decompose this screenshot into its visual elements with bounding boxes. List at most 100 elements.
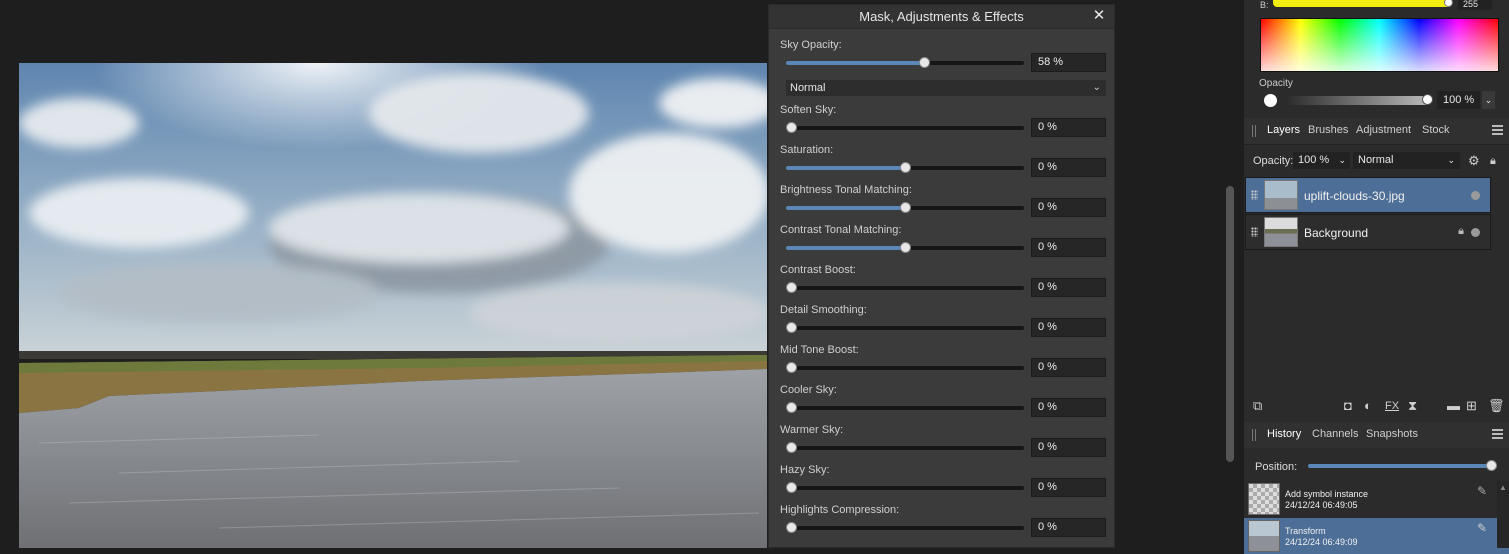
dialog-titlebar[interactable]: Mask, Adjustments & Effects ✕ [769,5,1114,29]
color-spectrum[interactable] [1260,18,1499,72]
control-label: Mid Tone Boost: [780,344,859,356]
control-value-field[interactable]: 0 % [1031,438,1106,457]
slider-knob[interactable] [786,522,797,533]
document-canvas[interactable] [19,63,767,548]
control-value-field[interactable]: 0 % [1031,198,1106,217]
drag-handle-icon[interactable] [1251,227,1258,237]
control-label: Cooler Sky: [780,384,837,396]
slider-knob[interactable] [786,402,797,413]
tab-snapshots[interactable]: Snapshots [1366,428,1418,440]
control-slider[interactable] [786,122,1024,133]
layer-row[interactable]: uplift-clouds-30.jpg [1245,177,1491,213]
tab-layers[interactable]: Layers [1267,124,1300,136]
control-value-field[interactable]: 0 % [1031,478,1106,497]
drag-handle-icon[interactable] [1251,190,1258,200]
control-slider[interactable] [786,162,1024,173]
slider-knob[interactable] [786,282,797,293]
panel-menu-icon[interactable] [1492,429,1503,439]
trash-icon[interactable]: 🗑︎ [1488,399,1505,413]
slider-knob[interactable] [919,57,930,68]
control-value-field[interactable]: 58 % [1031,53,1106,72]
tab-adjustment[interactable]: Adjustment [1356,124,1411,136]
history-position-fill [1308,464,1497,468]
b-channel-value[interactable]: 255 [1458,0,1492,10]
control-slider[interactable] [786,202,1024,213]
control-label: Sky Opacity: [780,39,842,51]
history-position-slider[interactable] [1308,460,1497,471]
history-position-knob[interactable] [1486,460,1497,471]
control-value-field[interactable]: 0 % [1031,318,1106,337]
opacity-value[interactable]: 100 % [1437,91,1480,109]
slider-knob[interactable] [786,362,797,373]
gear-icon[interactable]: ⚙ [1468,154,1480,168]
panel-menu-icon[interactable] [1492,125,1503,135]
lock-icon[interactable]: 🔒︎ [1490,154,1496,168]
live-filter-icon[interactable]: ⧗ [1408,399,1417,413]
slider-knob[interactable] [786,322,797,333]
control-slider[interactable] [786,322,1024,333]
adjustment-icon[interactable]: ◐ [1364,399,1372,413]
control-slider[interactable] [786,402,1024,413]
history-entry[interactable]: Add symbol instance 24/12/24 06:49:05 ✎ [1244,481,1509,517]
slider-knob[interactable] [900,162,911,173]
layer-row[interactable]: Background 🔒︎ [1245,214,1491,250]
layer-opacity-label: Opacity: [1253,155,1294,167]
slider-knob[interactable] [900,242,911,253]
layer-fx-toggle-icon[interactable]: ⧉ [1253,399,1262,413]
layer-blend-dropdown[interactable]: Normal ⌄ [1353,152,1460,169]
history-tabbar: History Channels Snapshots [1244,422,1509,448]
chevron-down-icon: ⌄ [1338,155,1346,165]
tab-stock[interactable]: Stock [1422,124,1450,136]
visibility-dot-icon[interactable] [1471,228,1480,237]
dialog-title: Mask, Adjustments & Effects [859,9,1024,24]
control-value-field[interactable]: 0 % [1031,358,1106,377]
chevron-down-icon: ⌄ [1447,155,1455,165]
control-value-field[interactable]: 0 % [1031,278,1106,297]
add-layer-icon[interactable]: ⊞ [1466,399,1477,413]
control-slider[interactable] [786,482,1024,493]
control-value-field[interactable]: 0 % [1031,518,1106,537]
slider-fill [786,166,905,170]
control-value-field[interactable]: 0 % [1031,398,1106,417]
tab-channels[interactable]: Channels [1312,428,1358,440]
b-channel-slider[interactable] [1273,0,1453,7]
fx-icon[interactable]: FX [1385,399,1399,413]
control-slider[interactable] [786,362,1024,373]
control-label: Warmer Sky: [780,424,844,436]
panel-grip-icon[interactable] [1252,429,1256,441]
control-value-field[interactable]: 0 % [1031,118,1106,137]
opacity-slider[interactable] [1285,94,1433,105]
slider-knob[interactable] [786,122,797,133]
close-icon[interactable]: ✕ [1090,7,1108,25]
panel-scrollbar[interactable] [1226,186,1234,462]
control-slider[interactable] [786,282,1024,293]
tab-history[interactable]: History [1267,428,1301,440]
chevron-up-icon[interactable]: ▲ [1499,483,1507,492]
panel-grip-icon[interactable] [1252,125,1256,137]
folder-icon[interactable]: ▬ [1447,399,1460,413]
right-panel: B: 255 Opacity 100 % ⌄ Layers Brushes Ad… [1244,0,1509,554]
color-swatch[interactable] [1264,94,1277,107]
divider [1244,144,1509,145]
opacity-knob[interactable] [1422,94,1433,105]
control-slider[interactable] [786,442,1024,453]
slider-knob[interactable] [786,442,797,453]
b-channel-knob[interactable] [1444,0,1453,7]
tab-brushes[interactable]: Brushes [1308,124,1348,136]
history-scrollbar[interactable]: ▲ [1497,481,1509,548]
history-time: 24/12/24 06:49:05 [1285,500,1358,510]
history-entry[interactable]: Transform 24/12/24 06:49:09 ✎ [1244,518,1509,554]
control-slider[interactable] [786,242,1024,253]
control-value-field[interactable]: 0 % [1031,158,1106,177]
slider-knob[interactable] [900,202,911,213]
control-value-field[interactable]: 0 % [1031,238,1106,257]
control-slider[interactable] [786,522,1024,533]
chevron-down-icon[interactable]: ⌄ [1482,91,1495,109]
blend-mode-dropdown[interactable]: Normal ⌄ [786,80,1106,96]
layer-opacity-field[interactable]: 100 % ⌄ [1293,152,1350,169]
control-slider[interactable] [786,57,1024,68]
visibility-dot-icon[interactable] [1471,191,1480,200]
slider-knob[interactable] [786,482,797,493]
mask-icon[interactable]: ◘ [1344,399,1352,413]
lock-icon[interactable]: 🔒︎ [1458,225,1464,238]
